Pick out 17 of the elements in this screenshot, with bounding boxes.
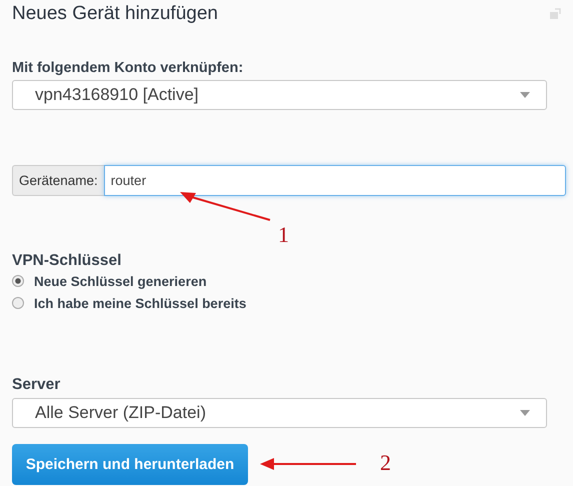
server-select[interactable]: Alle Server (ZIP-Datei) [12, 398, 547, 428]
radio-button[interactable] [12, 275, 24, 287]
window-title: Neues Gerät hinzufügen [12, 3, 218, 25]
radio-label[interactable]: Ich habe meine Schlüssel bereits [34, 296, 246, 310]
device-name-field[interactable]: router [104, 165, 566, 196]
radio-label[interactable]: Neue Schlüssel generieren [34, 274, 207, 288]
field-label: Mit folgendem Konto verknüpfen: [12, 60, 244, 76]
caret-icon [520, 92, 530, 98]
account-select[interactable]: vpn43168910 [Active] [12, 80, 547, 110]
section-heading: VPN-Schlüssel [12, 252, 122, 270]
popout-icon[interactable] [549, 8, 561, 20]
caret-icon [520, 410, 530, 416]
field-label: Gerätename: [12, 165, 104, 196]
field-label: Server [12, 376, 62, 394]
annotation-number: 2 [380, 450, 391, 476]
radio-button[interactable] [12, 297, 24, 309]
annotation-number: 1 [278, 222, 289, 248]
